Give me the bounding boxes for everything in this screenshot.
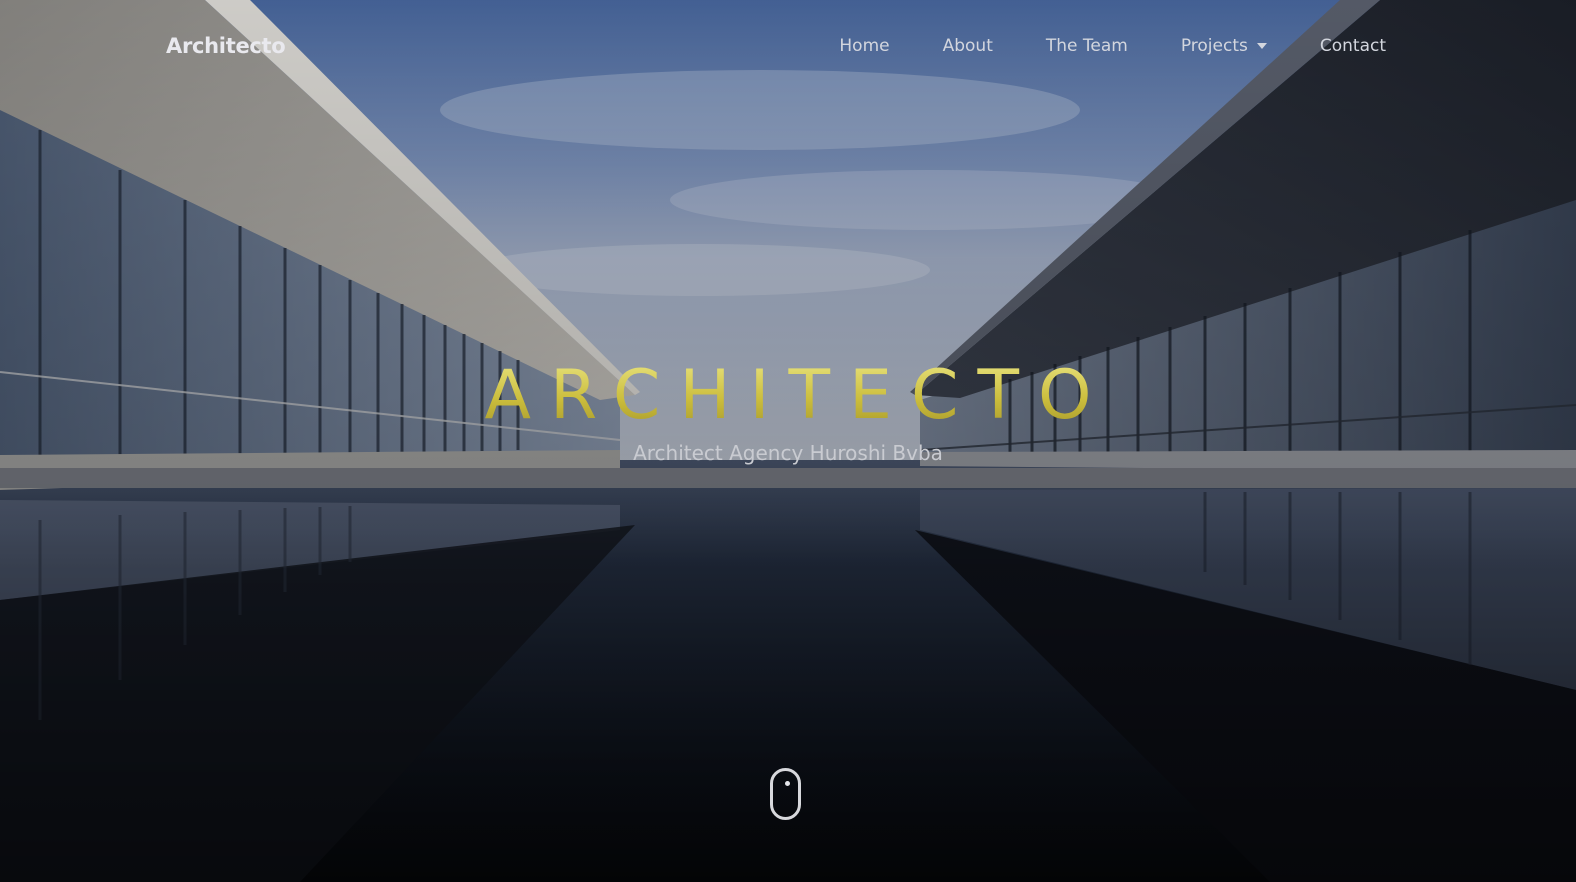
nav-link-the-team[interactable]: The Team	[1046, 36, 1128, 56]
mouse-scroll-icon[interactable]	[770, 768, 801, 820]
nav-link-about[interactable]: About	[943, 36, 993, 56]
hero-section: Architecto Home About The Team Projects …	[0, 0, 1576, 882]
navbar: Architecto Home About The Team Projects …	[0, 0, 1576, 96]
nav-menu: Home About The Team Projects Contact	[786, 36, 1386, 56]
brand-logo[interactable]: Architecto	[166, 34, 286, 58]
caret-down-icon	[1256, 43, 1267, 49]
nav-dropdown-projects-label: Projects	[1180, 36, 1248, 56]
hero-title: ARCHITECTO	[0, 362, 1576, 430]
nav-link-contact[interactable]: Contact	[1320, 36, 1386, 56]
hero-subtitle: Architect Agency Huroshi Bvba	[633, 441, 943, 465]
nav-link-home[interactable]: Home	[839, 36, 889, 56]
nav-dropdown-projects[interactable]: Projects	[1181, 36, 1267, 56]
mouse-wheel-dot	[785, 781, 790, 786]
